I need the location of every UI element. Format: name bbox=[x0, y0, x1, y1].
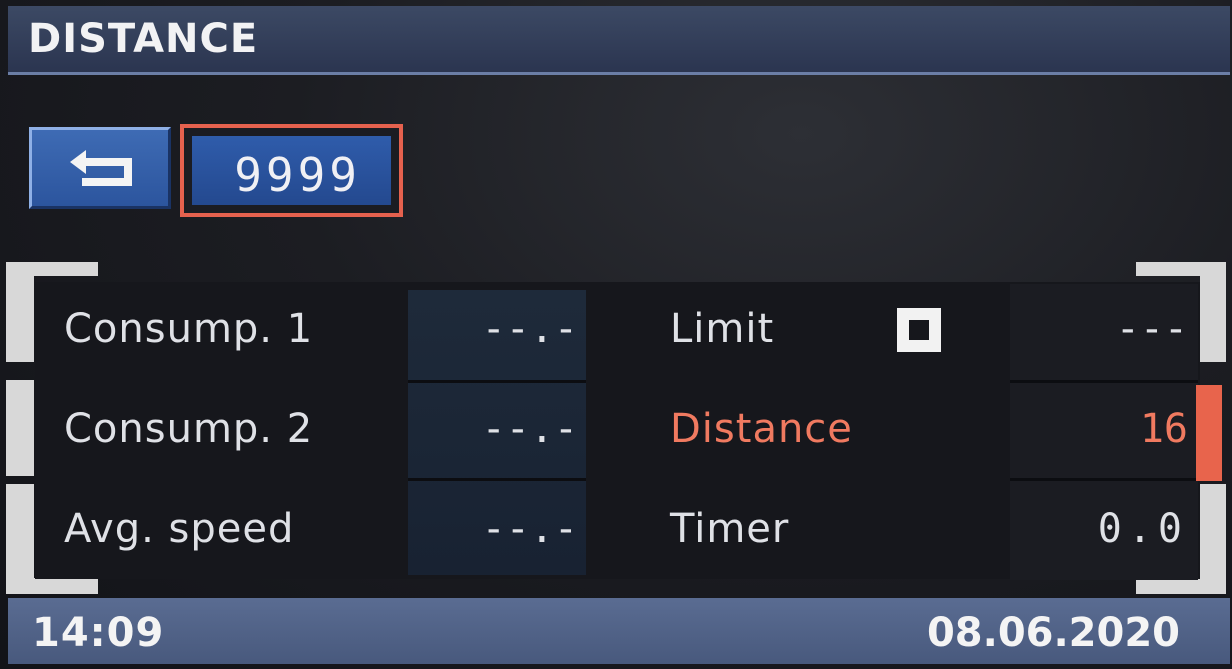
value-field: 9999 bbox=[192, 136, 391, 205]
limit-label: Limit bbox=[670, 306, 775, 352]
divider bbox=[1010, 478, 1198, 481]
consump-2-value: --.- bbox=[481, 406, 578, 452]
value-text: 9999 bbox=[234, 148, 361, 202]
title-bar: DISTANCE bbox=[8, 6, 1230, 75]
timer-value: 0.0 bbox=[1097, 506, 1188, 552]
divider bbox=[408, 478, 586, 481]
date-display: 08.06.2020 bbox=[926, 610, 1180, 656]
distance-label: Distance bbox=[670, 406, 853, 452]
consump-2-label: Consump. 2 bbox=[64, 406, 314, 452]
status-bar: 14:09 08.06.2020 bbox=[8, 598, 1230, 664]
avg-speed-label: Avg. speed bbox=[64, 506, 295, 552]
value-input[interactable]: 9999 bbox=[180, 124, 403, 217]
divider bbox=[408, 380, 586, 383]
consump-1-value: --.- bbox=[481, 306, 578, 352]
limit-checkbox[interactable] bbox=[897, 308, 941, 352]
limit-value: --- bbox=[1115, 306, 1188, 352]
clock-time: 14:09 bbox=[32, 610, 165, 656]
distance-value: 16 bbox=[1139, 406, 1188, 452]
divider bbox=[1010, 380, 1198, 383]
timer-label: Timer bbox=[670, 506, 790, 552]
back-button[interactable] bbox=[29, 127, 171, 209]
scrollbar-indicator[interactable] bbox=[1196, 385, 1222, 481]
page-title: DISTANCE bbox=[28, 16, 259, 62]
display-screen: DISTANCE 9999 Consump. 1 --.- Consump. 2… bbox=[0, 0, 1232, 669]
return-arrow-icon bbox=[70, 150, 132, 186]
avg-speed-value: --.- bbox=[481, 506, 578, 552]
consump-1-label: Consump. 1 bbox=[64, 306, 314, 352]
